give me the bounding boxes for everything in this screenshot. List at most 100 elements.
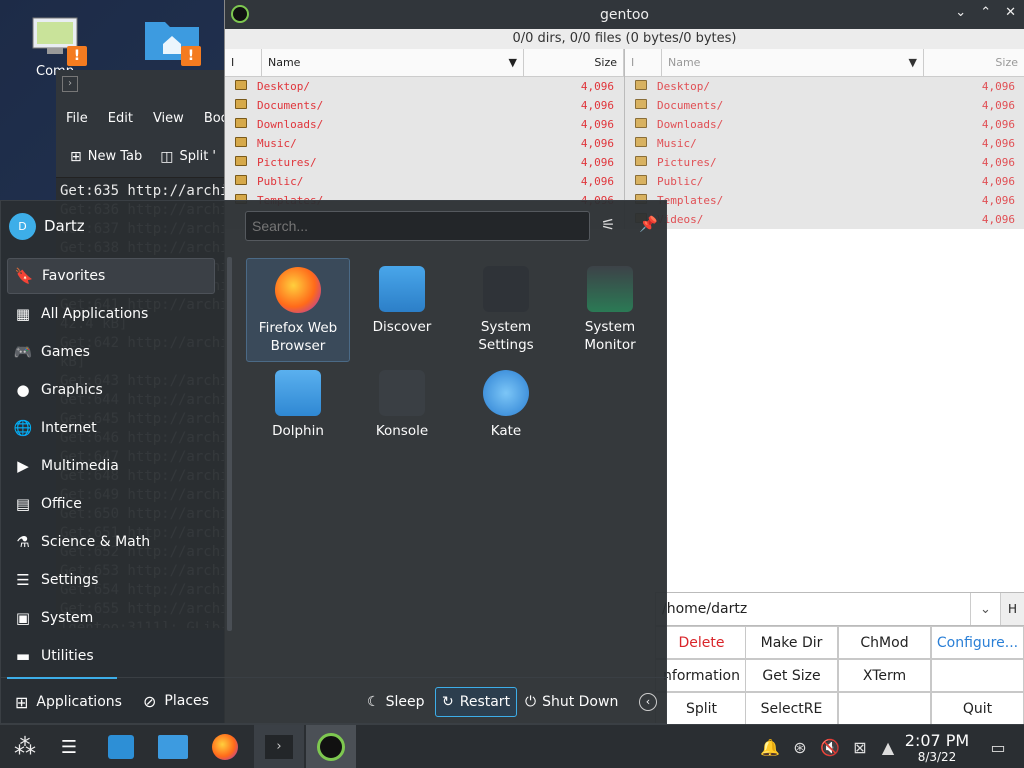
split-view-button[interactable]: ◫ Split ': [160, 149, 216, 165]
shutdown-button[interactable]: ⏻ Shut Down: [519, 687, 624, 717]
chevron-right-icon[interactable]: ›: [62, 76, 78, 92]
taskbar-discover[interactable]: [96, 725, 146, 768]
taskbar-system-settings[interactable]: ☰: [44, 725, 94, 768]
app-firefox-web-browser[interactable]: Firefox Web Browser: [246, 258, 350, 362]
taskbar-firefox[interactable]: [200, 725, 250, 768]
quit-button[interactable]: Quit: [931, 692, 1024, 725]
tab-applications[interactable]: ⊞ Applications: [7, 677, 122, 725]
path-input[interactable]: /home/dartz: [656, 593, 970, 625]
column-name-header[interactable]: Name ▼: [262, 49, 524, 76]
taskbar-gentoo[interactable]: [306, 725, 356, 768]
new-tab-button[interactable]: ⊞ New Tab: [70, 149, 142, 165]
app-system-settings[interactable]: System Settings: [454, 258, 558, 362]
restart-button[interactable]: ↻ Restart: [435, 687, 518, 717]
empty-button[interactable]: [931, 659, 1024, 692]
category-graphics[interactable]: ● Graphics: [7, 372, 215, 408]
file-row[interactable]: Documents/4,096: [625, 96, 1024, 115]
sleep-button[interactable]: ☾ Sleep: [361, 687, 430, 717]
file-row[interactable]: Videos/4,096: [625, 210, 1024, 229]
app-kate[interactable]: Kate: [454, 362, 558, 466]
file-row[interactable]: Public/4,096: [225, 172, 624, 191]
category-favorites[interactable]: 🔖 Favorites: [7, 258, 215, 294]
file-row[interactable]: Music/4,096: [225, 134, 624, 153]
selection-status: 0/0 dirs, 0/0 files (0 bytes/0 bytes): [225, 29, 1024, 49]
avatar: D: [9, 212, 36, 240]
file-row[interactable]: Documents/4,096: [225, 96, 624, 115]
menu-file[interactable]: File: [66, 111, 88, 126]
user-header[interactable]: D Dartz: [1, 201, 233, 251]
taskbar-dolphin[interactable]: [148, 725, 198, 768]
search-input[interactable]: [245, 211, 590, 241]
office-icon: ▤: [15, 495, 31, 513]
file-row[interactable]: Pictures/4,096: [225, 153, 624, 172]
split-button[interactable]: Split: [655, 692, 748, 725]
category-games[interactable]: 🎮 Games: [7, 334, 215, 370]
app-dolphin[interactable]: Dolphin: [246, 362, 350, 466]
app-discover[interactable]: Discover: [350, 258, 454, 362]
chmod-button[interactable]: ChMod: [838, 626, 931, 659]
app-konsole[interactable]: Konsole: [350, 362, 454, 466]
close-icon[interactable]: ✕: [1005, 5, 1016, 20]
category-utilities[interactable]: ▬ Utilities: [7, 638, 215, 674]
xterm-button[interactable]: XTerm: [838, 659, 931, 692]
right-file-pane[interactable]: I Name ▼ Size Desktop/4,096 Documents/4,09…: [625, 49, 1024, 229]
app-system-monitor[interactable]: System Monitor: [558, 258, 662, 362]
minimize-icon[interactable]: ⌄: [955, 5, 966, 20]
column-icon-header[interactable]: I: [225, 49, 262, 76]
category-science-math[interactable]: ⚗ Science & Math: [7, 524, 215, 560]
menu-edit[interactable]: Edit: [108, 111, 133, 126]
category-multimedia[interactable]: ▶ Multimedia: [7, 448, 215, 484]
get-size-button[interactable]: Get Size: [745, 659, 838, 692]
column-icon-header[interactable]: I: [625, 49, 662, 76]
update-icon[interactable]: ⊛: [788, 735, 812, 759]
delete-button[interactable]: Delete: [655, 626, 748, 659]
configure-launcher-icon[interactable]: ⚟: [601, 215, 615, 234]
file-row[interactable]: Downloads/4,096: [625, 115, 1024, 134]
tray-expand-icon[interactable]: ▲: [876, 735, 900, 759]
file-row[interactable]: Music/4,096: [625, 134, 1024, 153]
konsole-toolbar: ⊞ New Tab ◫ Split ': [56, 136, 236, 178]
file-row[interactable]: Desktop/4,096: [225, 77, 624, 96]
category-settings[interactable]: ☰ Settings: [7, 562, 215, 598]
selectre-button[interactable]: SelectRE: [745, 692, 838, 725]
maximize-icon[interactable]: ⌃: [980, 5, 991, 20]
more-power-options-icon[interactable]: ‹: [639, 693, 657, 711]
path-history-button[interactable]: H: [1000, 593, 1024, 625]
path-dropdown-icon[interactable]: ⌄: [970, 593, 1000, 625]
volume-muted-icon[interactable]: 🔇: [818, 735, 842, 759]
empty-button-2[interactable]: [838, 692, 931, 725]
category-system[interactable]: ▣ System: [7, 600, 215, 636]
firefox-icon: [275, 267, 321, 313]
pin-icon[interactable]: 📌: [639, 215, 658, 233]
file-row[interactable]: Public/4,096: [625, 172, 1024, 191]
file-row[interactable]: Templates/4,096: [625, 191, 1024, 210]
clock[interactable]: 2:07 PM 8/3/22: [900, 731, 974, 764]
terminal-line: Get:635 http://archi: [60, 183, 229, 199]
category-office[interactable]: ▤ Office: [7, 486, 215, 522]
menu-view[interactable]: View: [153, 111, 184, 126]
desktop-icon-home[interactable]: !: [134, 14, 204, 66]
app-launcher-button[interactable]: ⁂: [0, 725, 50, 768]
folder-icon: [158, 735, 188, 759]
category-scrollbar[interactable]: [227, 257, 232, 631]
configure-button[interactable]: Configure...: [931, 626, 1024, 659]
user-name: Dartz: [44, 217, 85, 235]
tab-places[interactable]: ⊘ Places: [143, 677, 209, 725]
file-row[interactable]: Desktop/4,096: [625, 77, 1024, 96]
information-button[interactable]: nformation: [655, 659, 748, 692]
folder-icon: [235, 137, 247, 147]
column-name-header[interactable]: Name ▼: [662, 49, 924, 76]
make-dir-button[interactable]: Make Dir: [745, 626, 838, 659]
grid-icon: ⊞: [15, 692, 29, 712]
file-row[interactable]: Pictures/4,096: [625, 153, 1024, 172]
category-internet[interactable]: 🌐 Internet: [7, 410, 215, 446]
column-size-header[interactable]: Size: [924, 49, 1024, 76]
taskbar-konsole[interactable]: ›: [254, 725, 304, 768]
show-desktop-icon[interactable]: ▭: [986, 735, 1010, 759]
category-all-applications[interactable]: ▦ All Applications: [7, 296, 215, 332]
column-size-header[interactable]: Size: [524, 49, 624, 76]
notifications-icon[interactable]: 🔔: [758, 735, 782, 759]
network-disconnected-icon[interactable]: ⊠: [848, 735, 872, 759]
file-size: 4,096: [580, 137, 614, 150]
file-row[interactable]: Downloads/4,096: [225, 115, 624, 134]
